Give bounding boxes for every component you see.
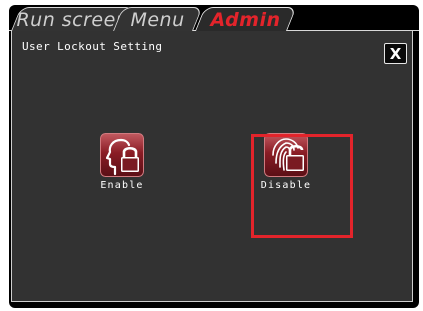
enable-label: Enable (100, 180, 144, 191)
panel-title: User Lockout Setting (22, 40, 163, 53)
device-screen: Run screen Menu Admin User Lockout Setti… (9, 5, 419, 308)
fingerprint-padlock-icon (264, 133, 308, 177)
user-lockout-panel: User Lockout Setting X Enable Disable (11, 31, 413, 302)
close-icon: X (389, 45, 402, 63)
close-button[interactable]: X (384, 43, 407, 64)
tab-menu-label: Menu (130, 9, 185, 31)
tab-menu[interactable]: Menu (113, 7, 203, 31)
tab-admin-label: Admin (210, 9, 281, 31)
tab-run-screen-label: Run screen (16, 9, 129, 31)
disable-label: Disable (260, 180, 312, 191)
enable-lockout-button[interactable]: Enable (77, 133, 167, 191)
head-padlock-icon (100, 133, 144, 177)
disable-lockout-button[interactable]: Disable (241, 133, 331, 191)
tab-admin[interactable]: Admin (195, 7, 297, 31)
